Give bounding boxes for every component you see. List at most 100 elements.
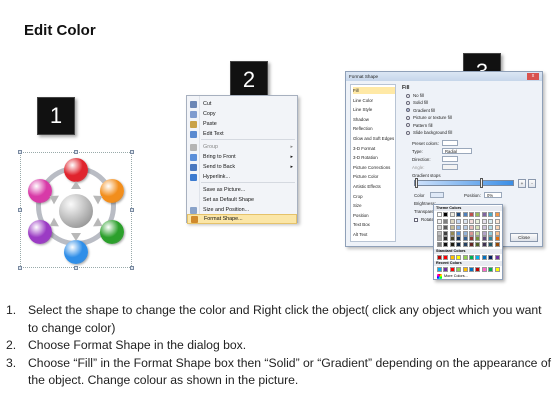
standard-color-swatch[interactable] — [481, 255, 487, 260]
menu-item-bring-to-front[interactable]: Bring to Front ▸ — [187, 152, 297, 162]
theme-shade-swatch[interactable] — [462, 242, 468, 248]
theme-shade-swatch[interactable] — [475, 236, 481, 242]
standard-color-swatch[interactable] — [456, 255, 462, 260]
theme-shade-swatch[interactable] — [449, 219, 455, 224]
resize-handle[interactable] — [74, 266, 78, 270]
gradient-stop-left[interactable] — [415, 178, 418, 188]
resize-handle[interactable] — [18, 150, 22, 154]
resize-handle[interactable] — [74, 150, 78, 154]
theme-shade-swatch[interactable] — [494, 230, 500, 236]
theme-shade-swatch[interactable] — [462, 230, 468, 236]
close-icon[interactable]: x — [527, 73, 539, 80]
menu-item-group[interactable]: Group ▸ — [187, 142, 297, 152]
theme-shade-swatch[interactable] — [437, 242, 442, 248]
theme-shade-swatch[interactable] — [488, 224, 494, 230]
theme-shade-swatch[interactable] — [481, 230, 487, 236]
theme-shade-swatch[interactable] — [456, 219, 462, 224]
radio-gradient-fill[interactable] — [406, 108, 410, 113]
theme-color-swatch[interactable] — [475, 212, 481, 217]
theme-shade-swatch[interactable] — [494, 242, 500, 248]
more-colors-link[interactable]: More Colors... — [444, 274, 468, 278]
menu-item-copy[interactable]: Copy — [187, 109, 297, 119]
menu-item-format-shape[interactable]: Format Shape... — [187, 214, 297, 224]
theme-shade-swatch[interactable] — [456, 224, 462, 230]
theme-shade-swatch[interactable] — [456, 230, 462, 236]
rotate-checkbox[interactable] — [414, 218, 418, 222]
recent-color-swatch[interactable] — [456, 267, 462, 272]
theme-shade-swatch[interactable] — [449, 224, 455, 230]
nav-item-3-d-rotation[interactable]: 3-D Rotation — [353, 154, 395, 161]
standard-color-swatch[interactable] — [494, 255, 500, 260]
menu-item-paste[interactable]: Paste — [187, 119, 297, 129]
standard-color-swatch[interactable] — [488, 255, 494, 260]
remove-stop-button[interactable]: - — [528, 179, 536, 188]
radio-slide-background-fill[interactable] — [406, 130, 410, 135]
theme-shade-swatch[interactable] — [475, 224, 481, 230]
add-stop-button[interactable]: + — [518, 179, 526, 188]
angle-field[interactable] — [442, 164, 458, 170]
theme-shade-swatch[interactable] — [488, 236, 494, 242]
recent-color-swatch[interactable] — [437, 267, 442, 272]
theme-shade-swatch[interactable] — [475, 219, 481, 224]
theme-shade-swatch[interactable] — [443, 230, 449, 236]
standard-color-swatch[interactable] — [475, 255, 481, 260]
menu-item-send-to-back[interactable]: Send to Back ▸ — [187, 162, 297, 172]
nav-item-line-color[interactable]: Line Color — [353, 97, 395, 104]
theme-color-swatch[interactable] — [481, 212, 487, 217]
cycle-diagram[interactable] — [18, 148, 134, 270]
theme-shade-swatch[interactable] — [475, 242, 481, 248]
resize-handle[interactable] — [18, 266, 22, 270]
type-dropdown[interactable]: Radial — [442, 148, 472, 154]
theme-shade-swatch[interactable] — [462, 224, 468, 230]
theme-color-swatch[interactable] — [443, 212, 449, 217]
nav-item-glow-and-soft-edges[interactable]: Glow and Soft Edges — [353, 135, 395, 142]
theme-shade-swatch[interactable] — [437, 236, 442, 242]
radio-picture-or-texture-fill[interactable] — [406, 115, 410, 120]
theme-shade-swatch[interactable] — [488, 219, 494, 224]
theme-color-swatch[interactable] — [469, 212, 474, 217]
nav-item-reflection[interactable]: Reflection — [353, 125, 395, 132]
standard-color-swatch[interactable] — [437, 255, 442, 260]
theme-shade-swatch[interactable] — [443, 242, 449, 248]
preset-dropdown[interactable] — [442, 140, 458, 146]
recent-color-swatch[interactable] — [481, 267, 487, 272]
theme-shade-swatch[interactable] — [494, 219, 500, 224]
theme-shade-swatch[interactable] — [481, 236, 487, 242]
theme-color-swatch[interactable] — [488, 212, 494, 217]
theme-shade-swatch[interactable] — [481, 219, 487, 224]
theme-shade-swatch[interactable] — [494, 224, 500, 230]
recent-color-swatch[interactable] — [494, 267, 500, 272]
theme-shade-swatch[interactable] — [469, 242, 474, 248]
theme-shade-swatch[interactable] — [437, 224, 442, 230]
theme-shade-swatch[interactable] — [488, 230, 494, 236]
theme-color-swatch[interactable] — [437, 212, 442, 217]
theme-shade-swatch[interactable] — [469, 230, 474, 236]
theme-shade-swatch[interactable] — [449, 236, 455, 242]
menu-item-cut[interactable]: Cut — [187, 99, 297, 109]
standard-color-swatch[interactable] — [449, 255, 455, 260]
radio-pattern-fill[interactable] — [406, 123, 410, 128]
radio-solid-fill[interactable] — [406, 100, 410, 105]
theme-shade-swatch[interactable] — [462, 236, 468, 242]
nav-item-crop[interactable]: Crop — [353, 193, 395, 200]
radio-no-fill[interactable] — [406, 93, 410, 98]
nav-item-fill[interactable]: Fill — [353, 87, 395, 95]
gradient-stop-right[interactable] — [480, 178, 483, 188]
theme-color-swatch[interactable] — [449, 212, 455, 217]
direction-dropdown[interactable] — [442, 156, 458, 162]
theme-shade-swatch[interactable] — [443, 224, 449, 230]
nav-item-position[interactable]: Position — [353, 212, 395, 219]
standard-color-swatch[interactable] — [443, 255, 449, 260]
resize-handle[interactable] — [130, 208, 134, 212]
nav-item-line-style[interactable]: Line Style — [353, 106, 395, 113]
blue-ball[interactable] — [64, 240, 88, 264]
theme-shade-swatch[interactable] — [469, 219, 474, 224]
theme-color-swatch[interactable] — [456, 212, 462, 217]
nav-item-artistic-effects[interactable]: Artistic Effects — [353, 183, 395, 190]
theme-shade-swatch[interactable] — [462, 219, 468, 224]
theme-shade-swatch[interactable] — [449, 230, 455, 236]
theme-shade-swatch[interactable] — [456, 242, 462, 248]
theme-shade-swatch[interactable] — [494, 236, 500, 242]
theme-shade-swatch[interactable] — [437, 230, 442, 236]
resize-handle[interactable] — [130, 266, 134, 270]
